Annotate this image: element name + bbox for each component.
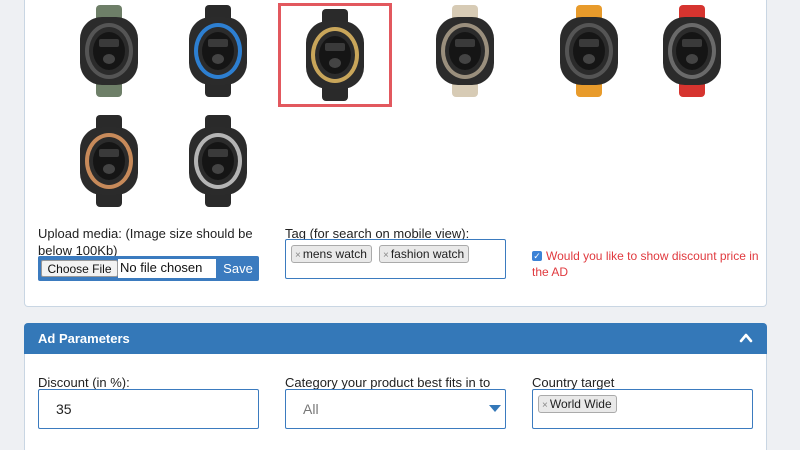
file-status-text: No file chosen <box>118 259 216 278</box>
media-thumbnail[interactable] <box>417 3 513 99</box>
watch-image <box>183 5 253 97</box>
watch-image <box>657 5 727 97</box>
media-thumbnail[interactable] <box>61 3 157 99</box>
watch-image <box>430 5 500 97</box>
upload-media-label: Upload media: (Image size should be belo… <box>38 226 253 258</box>
remove-icon[interactable]: × <box>542 400 548 411</box>
watch-image <box>74 5 144 97</box>
media-thumbnail[interactable] <box>644 3 740 99</box>
watch-image <box>74 115 144 207</box>
category-selected-value: All <box>303 401 319 417</box>
chevron-up-icon[interactable] <box>739 331 753 345</box>
discount-checkbox[interactable]: ✓ <box>532 251 542 261</box>
media-thumbnail[interactable] <box>170 3 266 99</box>
media-thumbnail[interactable] <box>61 113 157 209</box>
media-thumbnail[interactable] <box>170 113 266 209</box>
media-thumbnail[interactable] <box>278 3 392 107</box>
discount-option-label: Would you like to show discount price in… <box>532 249 759 279</box>
media-thumbnail[interactable] <box>541 3 637 99</box>
remove-icon[interactable]: × <box>295 250 301 261</box>
country-input[interactable]: × World Wide <box>532 389 753 429</box>
remove-icon[interactable]: × <box>383 250 389 261</box>
ad-parameters-title: Ad Parameters <box>38 331 130 346</box>
watch-image <box>554 5 624 97</box>
country-chip-label: World Wide <box>549 397 612 411</box>
tag-chip-label: mens watch <box>302 247 367 261</box>
caret-down-icon[interactable] <box>489 405 501 412</box>
ad-parameters-header[interactable]: Ad Parameters <box>24 323 767 354</box>
discount-input[interactable]: 35 <box>38 389 259 429</box>
watch-image <box>183 115 253 207</box>
country-chip[interactable]: × World Wide <box>538 395 617 413</box>
tag-chip-label: fashion watch <box>390 247 465 261</box>
choose-file-button[interactable]: Choose File <box>41 260 118 277</box>
tag-input[interactable]: × mens watch × fashion watch <box>285 239 506 279</box>
tag-chip[interactable]: × fashion watch <box>379 245 470 263</box>
save-button[interactable]: Save <box>219 258 257 279</box>
watch-image <box>300 9 370 101</box>
category-select[interactable]: All <box>285 389 506 429</box>
tag-chip[interactable]: × mens watch <box>291 245 372 263</box>
